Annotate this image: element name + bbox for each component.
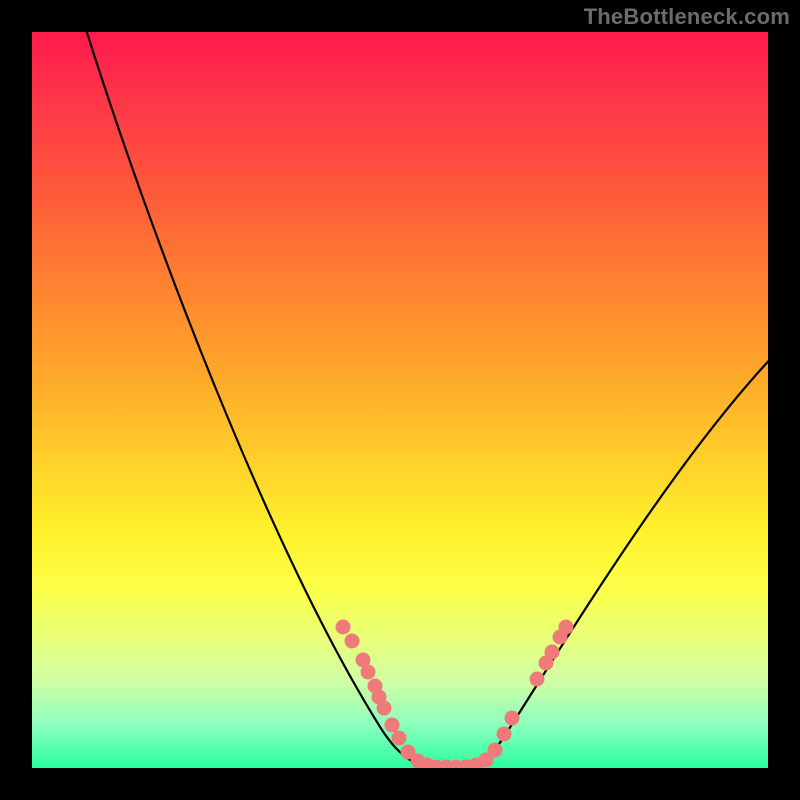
data-point [545, 645, 560, 660]
watermark-text: TheBottleneck.com [584, 4, 790, 30]
data-point [497, 727, 512, 742]
data-point [361, 665, 376, 680]
data-point [377, 701, 392, 716]
data-point [392, 731, 407, 746]
data-point [336, 620, 351, 635]
chart-svg [32, 32, 768, 768]
chart-frame: TheBottleneck.com [0, 0, 800, 800]
curve-path [81, 32, 769, 768]
data-point [559, 620, 574, 635]
plot-area [32, 32, 768, 768]
data-point [385, 718, 400, 733]
data-point [488, 743, 503, 758]
data-point [505, 711, 520, 726]
data-point [345, 634, 360, 649]
data-point [530, 672, 545, 687]
